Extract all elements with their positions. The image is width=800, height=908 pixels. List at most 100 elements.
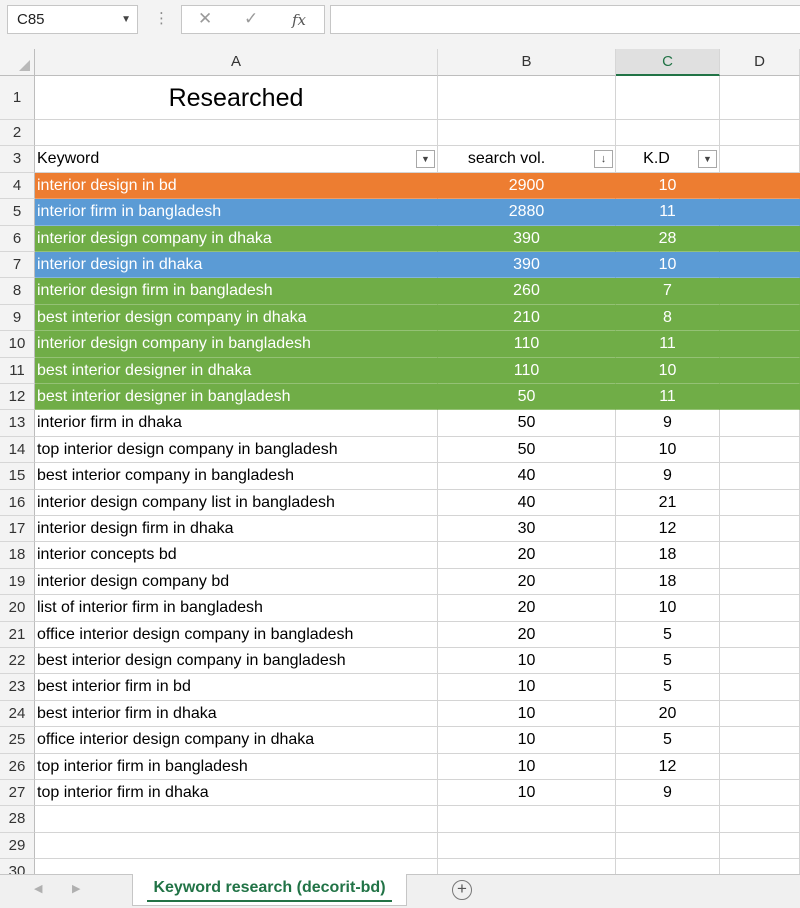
kd-cell[interactable]: 21 [616, 489, 720, 516]
column-header-b[interactable]: B [438, 49, 616, 76]
search-vol-cell[interactable]: 10 [438, 780, 616, 807]
cell-d[interactable] [720, 489, 800, 516]
add-sheet-icon[interactable]: + [452, 880, 472, 900]
row-header[interactable]: 15 [0, 463, 35, 490]
name-box[interactable]: C85 ▼ [7, 5, 138, 34]
search-vol-cell[interactable] [438, 120, 616, 147]
kd-cell[interactable]: 7 [616, 278, 720, 305]
keyword-cell[interactable]: list of interior firm in bangladesh [35, 595, 438, 622]
row-header[interactable]: 20 [0, 595, 35, 622]
kd-cell[interactable]: 9 [616, 463, 720, 490]
keyword-cell[interactable]: interior design company list in banglade… [35, 489, 438, 516]
kd-cell[interactable]: 18 [616, 568, 720, 596]
kd-cell[interactable]: 11 [616, 199, 720, 226]
search-vol-cell[interactable]: 2880 [438, 199, 616, 226]
sheet-title-cell[interactable]: Researched [35, 76, 438, 120]
keyword-cell[interactable]: office interior design company in bangla… [35, 621, 438, 648]
search-vol-cell[interactable]: 50 [438, 410, 616, 437]
cell-d[interactable] [720, 568, 800, 596]
header-keyword-cell[interactable]: Keyword ▼ [35, 146, 438, 173]
row-header[interactable]: 11 [0, 357, 35, 384]
row-header[interactable]: 3 [0, 146, 35, 173]
kd-cell[interactable]: 10 [616, 595, 720, 622]
cell-d[interactable] [720, 542, 800, 569]
search-vol-cell[interactable]: 50 [438, 436, 616, 464]
kd-cell[interactable]: 9 [616, 780, 720, 807]
keyword-cell[interactable] [35, 832, 438, 860]
insert-function-icon[interactable]: fx [292, 11, 306, 29]
cell-d[interactable] [720, 305, 800, 332]
scroll-left-icon[interactable]: ◀ [34, 882, 42, 895]
row-header[interactable]: 23 [0, 674, 35, 701]
formula-input[interactable] [330, 5, 800, 34]
keyword-cell[interactable]: interior design company in bangladesh [35, 331, 438, 358]
cell-d[interactable] [720, 120, 800, 147]
search-vol-cell[interactable]: 40 [438, 463, 616, 490]
cell-d[interactable] [720, 278, 800, 305]
keyword-cell[interactable]: best interior company in bangladesh [35, 463, 438, 490]
cell-d[interactable] [720, 648, 800, 675]
keyword-cell[interactable]: office interior design company in dhaka [35, 727, 438, 754]
kd-cell[interactable]: 12 [616, 516, 720, 543]
search-vol-cell[interactable]: 20 [438, 595, 616, 622]
search-vol-cell[interactable]: 10 [438, 648, 616, 675]
chevron-down-icon[interactable]: ▼ [121, 6, 131, 33]
keyword-cell[interactable]: top interior firm in dhaka [35, 780, 438, 807]
row-header[interactable]: 2 [0, 120, 35, 147]
cell-d[interactable] [720, 384, 800, 411]
sheet-tab-keyword-research[interactable]: Keyword research (decorit-bd) [132, 874, 407, 906]
row-header[interactable]: 28 [0, 806, 35, 833]
row-header[interactable]: 9 [0, 304, 35, 332]
kd-cell[interactable]: 28 [616, 226, 720, 252]
keyword-cell[interactable]: interior design company in dhaka [35, 226, 438, 252]
kd-cell[interactable]: 20 [616, 700, 720, 728]
header-search-vol-cell[interactable]: search vol. ↓ [438, 146, 616, 173]
search-vol-cell[interactable] [438, 806, 616, 833]
search-vol-cell[interactable]: 10 [438, 700, 616, 728]
cell-b[interactable] [438, 76, 616, 120]
keyword-cell[interactable]: best interior firm in bd [35, 674, 438, 701]
row-header[interactable]: 25 [0, 727, 35, 754]
cell-d[interactable] [720, 358, 800, 384]
cell-d[interactable] [720, 173, 800, 200]
row-header[interactable]: 7 [0, 252, 35, 279]
cancel-icon[interactable]: ✕ [198, 9, 212, 29]
row-header[interactable]: 4 [0, 172, 35, 200]
kd-cell[interactable]: 12 [616, 753, 720, 780]
search-vol-cell[interactable]: 390 [438, 252, 616, 279]
kd-cell[interactable]: 10 [616, 173, 720, 200]
keyword-cell[interactable]: best interior design company in banglade… [35, 648, 438, 675]
keyword-cell[interactable]: best interior designer in bangladesh [35, 384, 438, 411]
search-vol-cell[interactable]: 20 [438, 621, 616, 648]
search-vol-cell[interactable]: 110 [438, 358, 616, 384]
row-header[interactable]: 19 [0, 568, 35, 596]
kd-cell[interactable]: 5 [616, 621, 720, 648]
filter-dropdown-icon[interactable]: ▼ [416, 150, 435, 169]
cell-d[interactable] [720, 832, 800, 860]
cell-d[interactable] [720, 516, 800, 543]
keyword-cell[interactable]: interior firm in bangladesh [35, 199, 438, 226]
row-header[interactable]: 6 [0, 225, 35, 252]
kd-cell[interactable]: 11 [616, 384, 720, 411]
filter-dropdown-icon[interactable]: ▼ [698, 150, 717, 169]
keyword-cell[interactable]: interior design firm in bangladesh [35, 278, 438, 305]
row-header[interactable]: 8 [0, 278, 35, 305]
kd-cell[interactable] [616, 806, 720, 833]
kd-cell[interactable]: 5 [616, 727, 720, 754]
cell-d[interactable] [720, 727, 800, 754]
search-vol-cell[interactable]: 260 [438, 278, 616, 305]
cell-c[interactable] [616, 76, 720, 120]
keyword-cell[interactable]: best interior designer in dhaka [35, 358, 438, 384]
more-options-icon[interactable]: ⋮ [154, 8, 169, 30]
kd-cell[interactable] [616, 120, 720, 147]
cell-d[interactable] [720, 252, 800, 279]
keyword-cell[interactable]: best interior design company in dhaka [35, 305, 438, 332]
column-header-c[interactable]: C [616, 49, 720, 76]
search-vol-cell[interactable]: 30 [438, 516, 616, 543]
search-vol-cell[interactable]: 10 [438, 674, 616, 701]
row-header[interactable]: 12 [0, 384, 35, 411]
cell-d[interactable] [720, 674, 800, 701]
search-vol-cell[interactable]: 210 [438, 305, 616, 332]
keyword-cell[interactable]: interior design in bd [35, 173, 438, 200]
keyword-cell[interactable]: best interior firm in dhaka [35, 700, 438, 728]
